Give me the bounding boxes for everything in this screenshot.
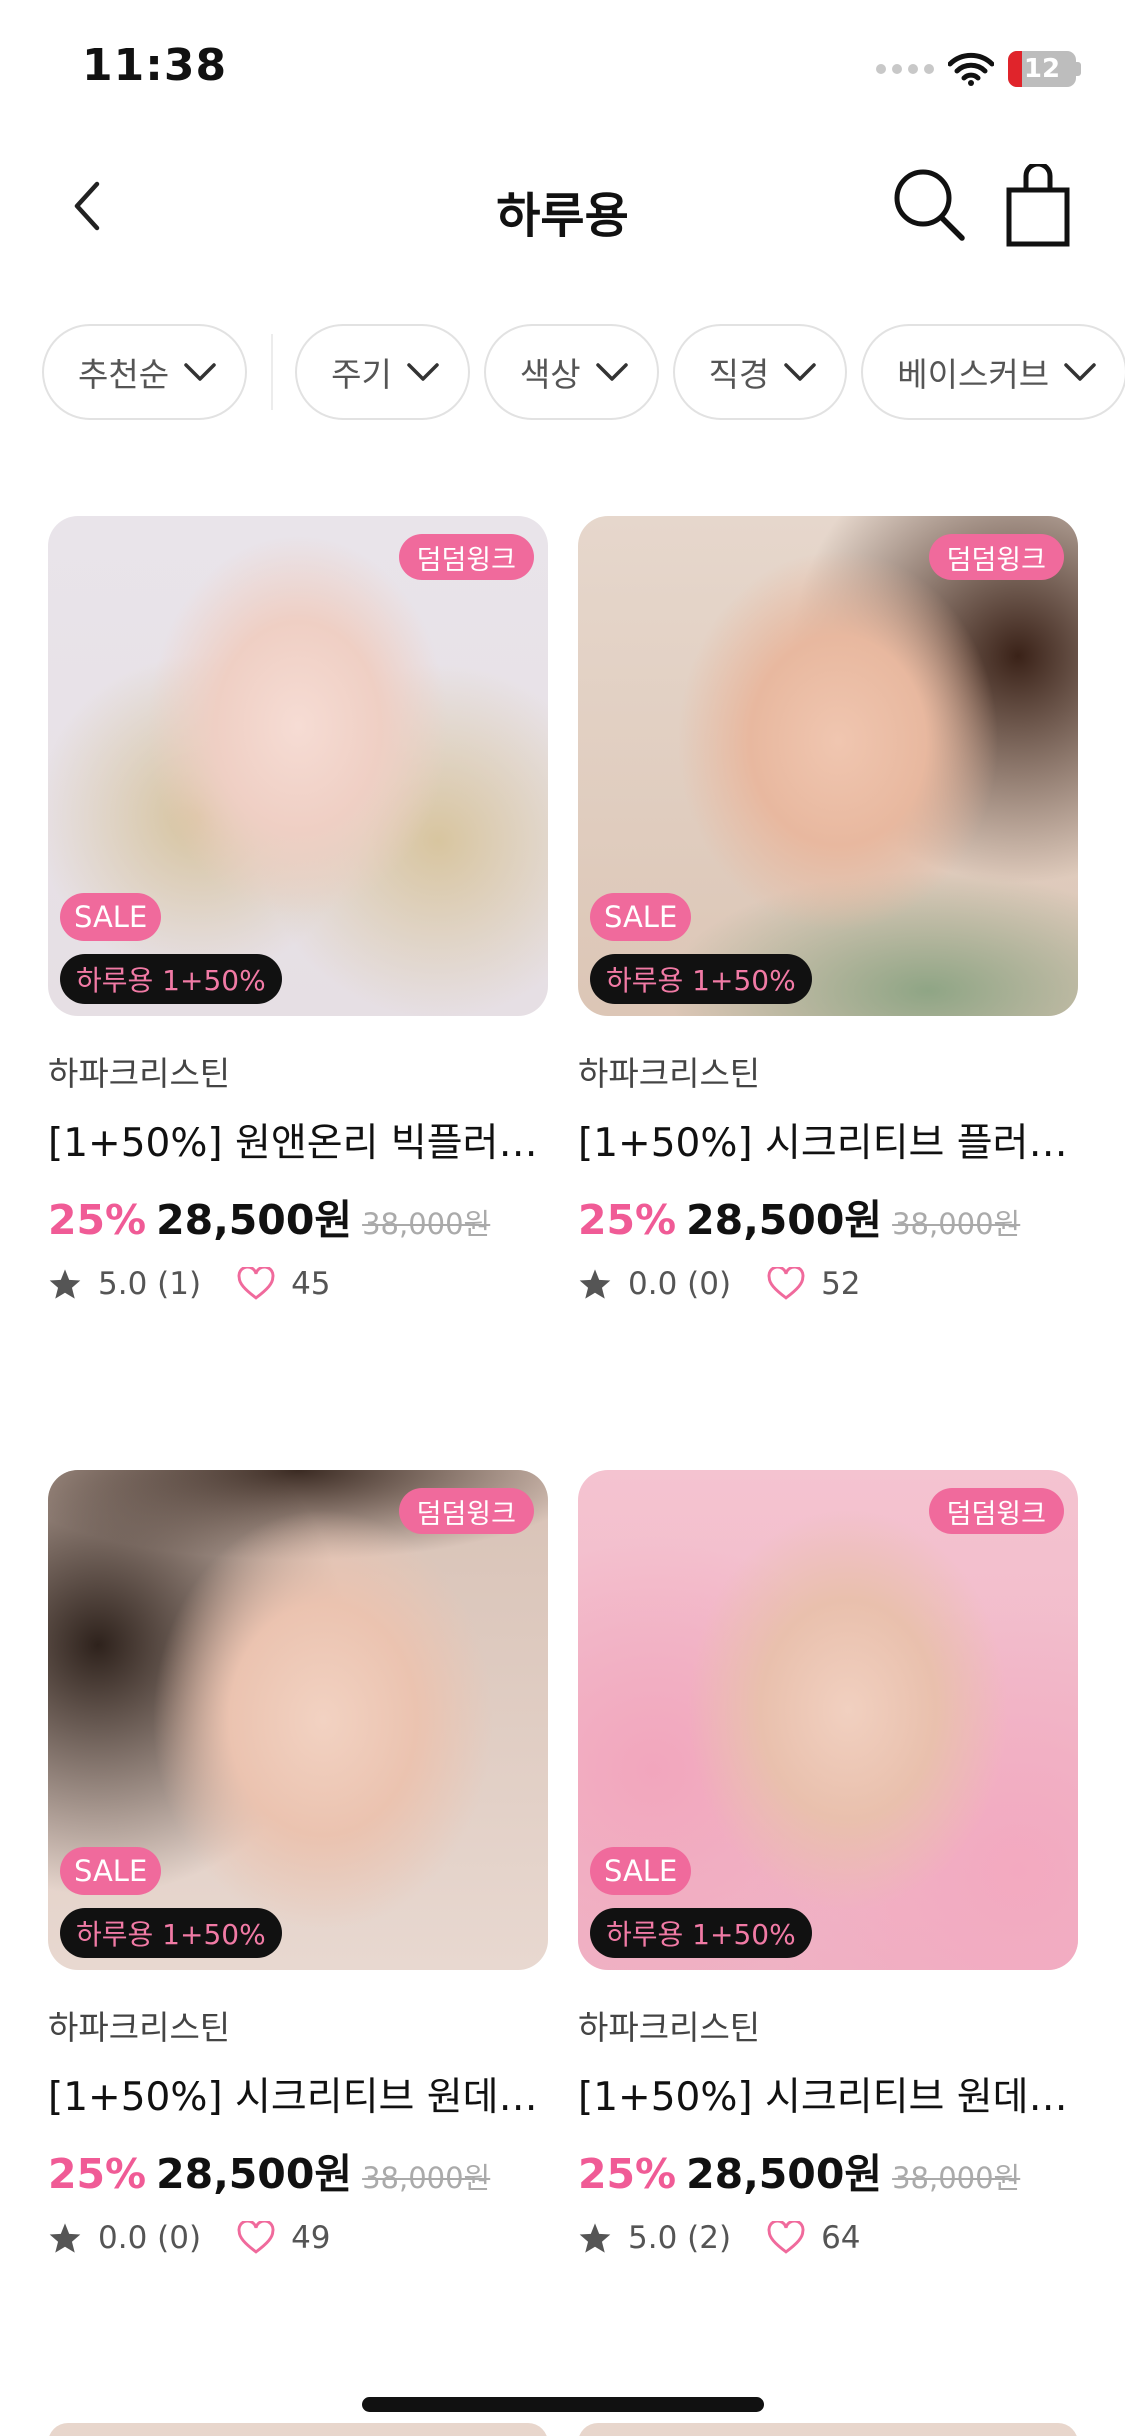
- product-name[interactable]: [1+50%] 원앤온리 빅플러스 ...: [48, 1120, 548, 1168]
- like-count: 52: [821, 1266, 861, 1302]
- home-indicator[interactable]: [362, 2397, 764, 2412]
- discount-rate: 25%: [48, 1196, 147, 1244]
- original-price: 38,000원: [362, 2161, 491, 2195]
- star-icon: [49, 1269, 81, 1299]
- product-brand: 하파크리스틴: [48, 1054, 231, 1093]
- filter-label: 주기: [331, 355, 392, 394]
- product-card[interactable]: 덤덤윙크 SALE 하루용 1+50% 하파크리스틴 [1+50%] 원앤온리 …: [48, 516, 548, 1304]
- brand-badge: 덤덤윙크: [928, 1488, 1064, 1534]
- price-row: 25% 28,500원 38,000원: [48, 1186, 548, 1244]
- search-button[interactable]: [890, 164, 970, 244]
- original-price: 38,000원: [892, 2161, 1021, 2195]
- like-count: 64: [821, 2220, 861, 2256]
- star-icon: [579, 2223, 611, 2253]
- product-list-screen: 11:38 12 하루용 추천순 주기 색상 직경 베이스커브 덤덤윙크 SAL…: [0, 0, 1125, 2436]
- original-price: 38,000원: [892, 1207, 1021, 1241]
- sale-badge: SALE: [60, 1847, 162, 1895]
- product-name[interactable]: [1+50%] 시크리티브 원데이 ...: [578, 2074, 1078, 2122]
- heart-icon[interactable]: [237, 1267, 275, 1301]
- chevron-down-icon: [784, 363, 817, 381]
- product-image[interactable]: 덤덤윙크 SALE 하루용 1+50%: [578, 1470, 1078, 1970]
- like-count: 45: [291, 1266, 331, 1302]
- rating: 5.0 (1): [98, 1266, 202, 1302]
- promo-badge: 하루용 1+50%: [590, 954, 812, 1004]
- product-meta: 0.0 (0) 49: [48, 2218, 548, 2258]
- product-meta: 5.0 (2) 64: [578, 2218, 1078, 2258]
- promo-badge: 하루용 1+50%: [60, 954, 282, 1004]
- price-row: 25% 28,500원 38,000원: [578, 2140, 1078, 2198]
- chevron-down-icon: [407, 363, 439, 381]
- product-card[interactable]: 덤덤윙크 SALE 하루용 1+50% 하파크리스틴 [1+50%] 시크리티브…: [578, 1470, 1078, 2258]
- discount-rate: 25%: [578, 1196, 677, 1244]
- filter-divider: [271, 334, 274, 410]
- filter-color[interactable]: 색상: [483, 324, 659, 420]
- price-row: 25% 28,500원 38,000원: [578, 1186, 1078, 1244]
- filter-sort[interactable]: 추천순: [42, 324, 248, 420]
- price-row: 25% 28,500원 38,000원: [48, 2140, 548, 2198]
- status-time: 11:38: [82, 40, 228, 91]
- product-card[interactable]: 덤덤윙크 SALE 하루용 1+50% 하파크리스틴 [1+50%] 시크리티브…: [48, 1470, 548, 2258]
- promo-badge: 하루용 1+50%: [60, 1908, 282, 1958]
- sale-badge: SALE: [590, 1847, 692, 1895]
- product-meta: 0.0 (0) 52: [578, 1264, 1078, 1304]
- star-icon: [579, 1269, 611, 1299]
- cart-button[interactable]: [1004, 161, 1074, 248]
- product-brand: 하파크리스틴: [48, 2008, 231, 2047]
- sale-price: 28,500원: [686, 2150, 883, 2198]
- sale-badge: SALE: [60, 893, 162, 941]
- product-brand: 하파크리스틴: [578, 2008, 761, 2047]
- filter-label: 베이스커브: [897, 355, 1050, 394]
- heart-icon[interactable]: [767, 1267, 805, 1301]
- heart-icon[interactable]: [237, 2221, 275, 2255]
- shopping-bag-icon: [1006, 161, 1070, 247]
- discount-rate: 25%: [48, 2150, 147, 2198]
- product-brand: 하파크리스틴: [578, 1054, 761, 1093]
- battery-level: 12: [1023, 54, 1061, 84]
- chevron-down-icon: [184, 363, 216, 381]
- heart-icon[interactable]: [767, 2221, 805, 2255]
- discount-rate: 25%: [578, 2150, 677, 2198]
- filter-label: 직경: [708, 355, 770, 394]
- filter-cycle[interactable]: 주기: [295, 324, 470, 420]
- filter-label: 색상: [519, 355, 581, 394]
- brand-badge: 덤덤윙크: [928, 534, 1064, 580]
- sale-price: 28,500원: [156, 2150, 353, 2198]
- filter-label: 추천순: [78, 355, 170, 394]
- status-indicators: 12: [876, 48, 1081, 90]
- product-meta: 5.0 (1) 45: [48, 1264, 548, 1304]
- sale-badge: SALE: [590, 893, 692, 941]
- chevron-down-icon: [1064, 363, 1096, 381]
- navigation-bar: 하루용: [0, 150, 1125, 262]
- sale-price: 28,500원: [686, 1196, 883, 1244]
- original-price: 38,000원: [362, 1207, 491, 1241]
- battery-icon: 12: [1008, 51, 1076, 87]
- product-name[interactable]: [1+50%] 시크리티브 원데이 ...: [48, 2074, 548, 2122]
- product-image[interactable]: 덤덤윙크 SALE 하루용 1+50%: [48, 516, 548, 1016]
- brand-badge: 덤덤윙크: [398, 534, 534, 580]
- rating: 0.0 (0): [628, 1266, 732, 1302]
- star-icon: [49, 2223, 81, 2253]
- filter-base-curve[interactable]: 베이스커브: [861, 324, 1125, 420]
- product-card[interactable]: 덤덤윙크 SALE 하루용 1+50% 하파크리스틴 [1+50%] 시크리티브…: [578, 516, 1078, 1304]
- chevron-down-icon: [595, 363, 628, 381]
- promo-badge: 하루용 1+50%: [590, 1908, 812, 1958]
- rating: 0.0 (0): [98, 2220, 202, 2256]
- next-row-preview: [48, 2423, 1078, 2436]
- product-image[interactable]: 덤덤윙크 SALE 하루용 1+50%: [578, 516, 1078, 1016]
- sale-price: 28,500원: [156, 1196, 353, 1244]
- product-image[interactable]: 덤덤윙크 SALE 하루용 1+50%: [48, 1470, 548, 1970]
- cellular-signal-icon: [876, 64, 934, 74]
- filter-bar: 추천순 주기 색상 직경 베이스커브: [42, 324, 1125, 420]
- brand-badge: 덤덤윙크: [398, 1488, 534, 1534]
- product-name[interactable]: [1+50%] 시크리티브 플러스 ...: [578, 1120, 1078, 1168]
- wifi-icon: [948, 52, 994, 86]
- status-bar: 11:38 12: [0, 0, 1125, 140]
- rating: 5.0 (2): [628, 2220, 732, 2256]
- filter-diameter[interactable]: 직경: [672, 324, 848, 420]
- like-count: 49: [291, 2220, 331, 2256]
- search-icon: [894, 169, 965, 241]
